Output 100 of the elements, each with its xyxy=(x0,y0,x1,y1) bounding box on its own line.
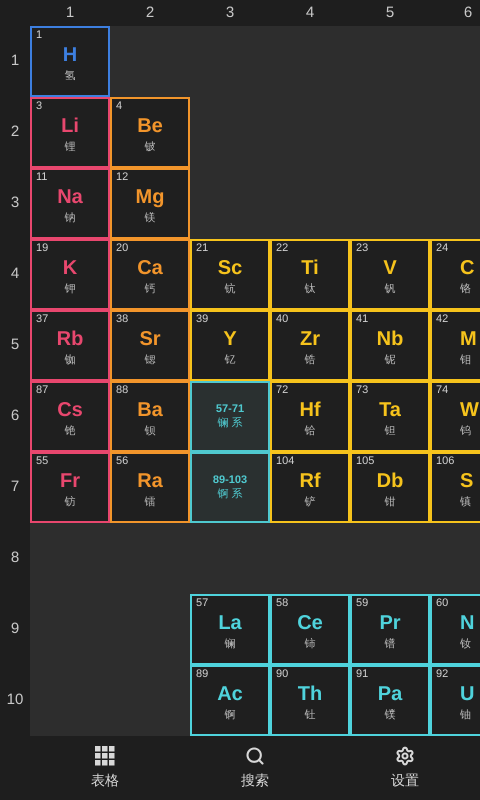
element-symbol: Ta xyxy=(379,400,401,420)
element-symbol: Pa xyxy=(378,684,402,704)
atomic-number: 40 xyxy=(276,314,288,325)
atomic-number: 74 xyxy=(436,385,448,396)
element-tile[interactable]: 57 La 镧 xyxy=(190,594,270,665)
row-number: 7 xyxy=(10,477,20,498)
element-tile[interactable]: 73 Ta 钽 xyxy=(350,381,430,452)
element-tile[interactable]: 23 V 钒 xyxy=(350,239,430,310)
element-tile[interactable]: 37 Rb 铷 xyxy=(30,310,110,381)
element-tile[interactable]: 40 Zr 锆 xyxy=(270,310,350,381)
element-name: 钳 xyxy=(384,497,396,508)
element-symbol: Ra xyxy=(137,471,163,491)
element-tile[interactable]: 1 H 氢 xyxy=(30,26,110,97)
atomic-number: 92 xyxy=(436,669,448,680)
atomic-number: 22 xyxy=(276,243,288,254)
atomic-number: 90 xyxy=(276,669,288,680)
element-symbol: Ca xyxy=(137,258,163,278)
element-tile[interactable]: 89 Ac 锕 xyxy=(190,665,270,736)
element-tile[interactable]: 58 Ce 铈 xyxy=(270,594,350,665)
atomic-number: 12 xyxy=(116,172,128,183)
element-name: 铲 xyxy=(304,497,316,508)
element-tile[interactable]: 20 Ca 钙 xyxy=(110,239,190,310)
element-tile[interactable]: 72 Hf 铪 xyxy=(270,381,350,452)
column-number: 2 xyxy=(146,2,154,23)
atomic-number: 89 xyxy=(196,669,208,680)
nav-tab[interactable]: 搜索 xyxy=(180,736,330,800)
series-tile[interactable]: 89-103 锕 系 xyxy=(190,452,270,523)
element-tile[interactable]: 56 Ra 镭 xyxy=(110,452,190,523)
row-number: 2 xyxy=(10,122,20,142)
row-number: 6 xyxy=(10,406,20,426)
element-name: 镧 xyxy=(224,639,236,650)
atomic-number: 41 xyxy=(356,314,368,325)
element-symbol: Pr xyxy=(379,613,401,633)
element-name: 钡 xyxy=(144,426,156,437)
element-name: 铈 xyxy=(304,639,316,650)
element-tile[interactable]: 55 Fr 钫 xyxy=(30,452,110,523)
column-number: 5 xyxy=(386,2,394,23)
element-name: 钽 xyxy=(384,426,396,437)
row-number: 1 xyxy=(10,51,20,72)
atomic-number: 59 xyxy=(356,598,368,609)
element-symbol: Nb xyxy=(376,329,404,349)
element-symbol: N xyxy=(460,613,474,633)
element-tile[interactable]: 105 Db 钳 xyxy=(350,452,430,523)
nav-tab[interactable]: 设置 xyxy=(330,736,480,800)
element-symbol: K xyxy=(62,258,78,278)
element-tile[interactable]: 104 Rf 铲 xyxy=(270,452,350,523)
element-symbol: Cs xyxy=(57,400,83,420)
element-tile[interactable]: 24 C 铬 xyxy=(430,239,480,310)
element-name: 钛 xyxy=(304,284,316,295)
element-tile[interactable]: 87 Cs 铯 xyxy=(30,381,110,452)
element-tile[interactable]: 92 U 铀 xyxy=(430,665,480,736)
element-symbol: V xyxy=(383,258,397,278)
element-tile[interactable]: 38 Sr 锶 xyxy=(110,310,190,381)
element-name: 钍 xyxy=(304,710,316,721)
element-name: 钕 xyxy=(460,639,471,650)
element-name: 钫 xyxy=(64,497,76,508)
atomic-number: 73 xyxy=(356,385,368,396)
element-tile[interactable]: 3 Li 锂 xyxy=(30,97,110,168)
element-symbol: Sr xyxy=(139,329,161,349)
element-tile[interactable]: 39 Y 钇 xyxy=(190,310,270,381)
element-tile[interactable]: 22 Ti 钛 xyxy=(270,239,350,310)
element-tile[interactable]: 74 W 钨 xyxy=(430,381,480,452)
element-name: 铀 xyxy=(460,710,471,721)
element-name: 铍 xyxy=(144,142,156,153)
element-symbol: Na xyxy=(57,187,83,207)
element-tile[interactable]: 12 Mg 镁 xyxy=(110,168,190,239)
element-tile[interactable]: 19 K 钾 xyxy=(30,239,110,310)
row-number: 5 xyxy=(10,335,20,356)
element-name: 钠 xyxy=(64,213,76,224)
element-tile[interactable]: 91 Pa 镤 xyxy=(350,665,430,736)
element-symbol: Ac xyxy=(217,684,243,704)
element-tile[interactable]: 60 N 钕 xyxy=(430,594,480,665)
column-number: 3 xyxy=(226,2,234,23)
nav-tab[interactable]: 表格 xyxy=(30,736,180,800)
element-name: 锂 xyxy=(64,142,76,153)
atomic-number: 105 xyxy=(356,456,374,467)
atomic-number: 37 xyxy=(36,314,48,325)
element-tile[interactable]: 11 Na 钠 xyxy=(30,168,110,239)
element-name: 钇 xyxy=(224,355,236,366)
element-tile[interactable]: 90 Th 钍 xyxy=(270,665,350,736)
atomic-number: 11 xyxy=(36,172,48,183)
series-range: 57-71 xyxy=(216,404,244,415)
element-symbol: Ba xyxy=(137,400,163,420)
element-tile[interactable]: 88 Ba 钡 xyxy=(110,381,190,452)
element-tile[interactable]: 42 M 钼 xyxy=(430,310,480,381)
element-symbol: C xyxy=(460,258,474,278)
element-name: 钒 xyxy=(384,284,396,295)
atomic-number: 38 xyxy=(116,314,128,325)
element-tile[interactable]: 4 Be 铍 xyxy=(110,97,190,168)
element-tile[interactable]: 21 Sc 钪 xyxy=(190,239,270,310)
element-tile[interactable]: 41 Nb 铌 xyxy=(350,310,430,381)
element-tile[interactable]: 59 Pr 镨 xyxy=(350,594,430,665)
element-tile[interactable]: 106 S 镇 xyxy=(430,452,480,523)
element-symbol: H xyxy=(62,45,78,65)
series-tile[interactable]: 57-71 镧 系 xyxy=(190,381,270,452)
atomic-number: 20 xyxy=(116,243,128,254)
atomic-number: 19 xyxy=(36,243,48,254)
grid-icon xyxy=(95,746,115,766)
column-number: 4 xyxy=(306,2,314,23)
element-name: 铷 xyxy=(64,355,76,366)
